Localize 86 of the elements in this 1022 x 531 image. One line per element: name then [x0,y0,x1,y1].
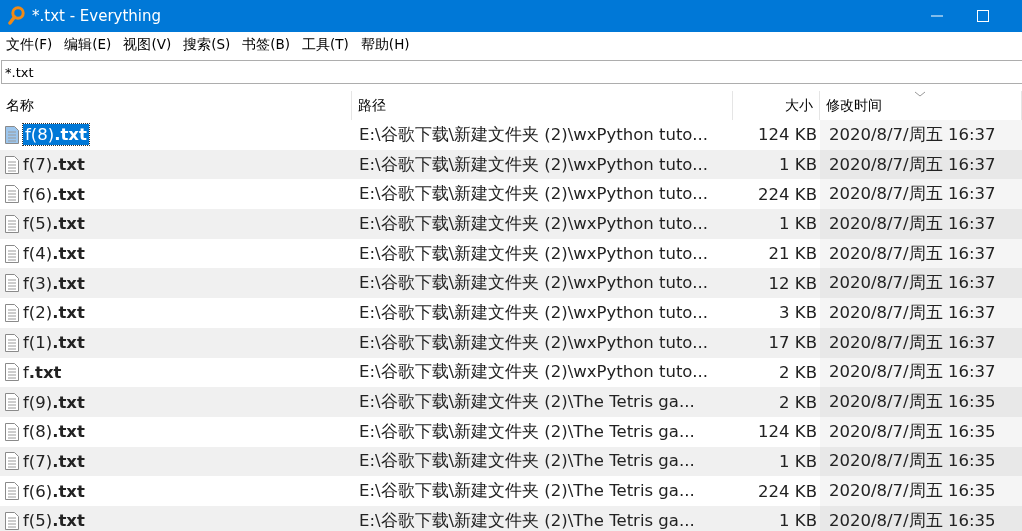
modified-time: 2020/8/7/周五 16:37 [829,361,996,384]
window-title: *.txt - Everything [32,7,163,25]
modified-time: 2020/8/7/周五 16:35 [829,391,996,414]
modified-time: 2020/8/7/周五 16:35 [829,509,996,531]
file-name[interactable]: f(1).txt [23,333,85,353]
text-file-icon [5,214,19,233]
file-path: E:\谷歌下载\新建文件夹 (2)\The Tetris ga... [359,480,695,503]
text-file-icon [5,303,19,322]
text-file-icon [5,125,19,144]
file-path: E:\谷歌下载\新建文件夹 (2)\wxPython tuto... [359,212,708,235]
modified-time: 2020/8/7/周五 16:35 [829,480,996,503]
text-file-icon [5,274,19,293]
menu-item[interactable]: 书签(B) [236,32,297,57]
file-size: 2 KB [779,392,817,412]
column-header[interactable]: 名称 [6,96,34,115]
file-name[interactable]: f(9).txt [23,392,85,412]
file-size: 21 KB [768,244,817,264]
file-name[interactable]: f(6).txt [23,481,85,501]
file-path: E:\谷歌下载\新建文件夹 (2)\wxPython tuto... [359,272,708,295]
file-size: 12 KB [768,273,817,293]
file-name[interactable]: f(7).txt [23,155,85,175]
file-path: E:\谷歌下载\新建文件夹 (2)\wxPython tuto... [359,153,708,176]
modified-time: 2020/8/7/周五 16:37 [829,212,996,235]
file-size: 3 KB [779,303,817,323]
file-name[interactable]: f(5).txt [23,511,85,531]
column-header[interactable]: 大小 [785,96,813,115]
column-header[interactable]: 修改时间 [826,96,882,115]
file-path: E:\谷歌下载\新建文件夹 (2)\The Tetris ga... [359,420,695,443]
text-file-icon [5,155,19,174]
menu-item[interactable]: 编辑(E) [58,32,118,57]
text-file-icon [5,482,19,501]
text-file-icon [5,422,19,441]
text-file-icon [5,452,19,471]
file-path: E:\谷歌下载\新建文件夹 (2)\wxPython tuto... [359,331,708,354]
file-size: 2 KB [779,362,817,382]
modified-time: 2020/8/7/周五 16:37 [829,301,996,324]
search-field[interactable]: *.txt [1,60,1022,84]
modified-time: 2020/8/7/周五 16:37 [829,242,996,265]
maximize-icon [977,10,989,22]
text-file-icon [5,333,19,352]
file-name[interactable]: f(5).txt [23,214,85,234]
file-size: 1 KB [779,155,817,175]
file-size: 1 KB [779,214,817,234]
file-path: E:\谷歌下载\新建文件夹 (2)\The Tetris ga... [359,450,695,473]
file-name[interactable]: f(3).txt [23,273,85,293]
menu-item[interactable]: 视图(V) [117,32,178,57]
menu-item[interactable]: 工具(T) [296,32,355,57]
modified-time: 2020/8/7/周五 16:37 [829,183,996,206]
file-path: E:\谷歌下载\新建文件夹 (2)\wxPython tuto... [359,301,708,324]
menu-item[interactable]: 搜索(S) [177,32,237,57]
file-name[interactable]: f.txt [23,362,62,382]
modified-time: 2020/8/7/周五 16:37 [829,331,996,354]
modified-time: 2020/8/7/周五 16:37 [829,272,996,295]
file-name[interactable]: f(8).txt [23,124,89,146]
file-size: 124 KB [758,422,817,442]
menu-item[interactable]: 文件(F) [0,32,59,57]
modified-time: 2020/8/7/周五 16:35 [829,450,996,473]
modified-time: 2020/8/7/周五 16:35 [829,420,996,443]
file-path: E:\谷歌下载\新建文件夹 (2)\wxPython tuto... [359,183,708,206]
file-size: 1 KB [779,511,817,531]
menu-item[interactable]: 帮助(H) [354,32,416,57]
modified-time: 2020/8/7/周五 16:37 [829,123,996,146]
file-path: E:\谷歌下载\新建文件夹 (2)\The Tetris ga... [359,391,695,414]
file-name[interactable]: f(7).txt [23,451,85,471]
text-file-icon [5,363,19,382]
file-size: 224 KB [758,184,817,204]
file-path: E:\谷歌下载\新建文件夹 (2)\wxPython tuto... [359,361,708,384]
magnifier-icon [8,6,26,26]
modified-time: 2020/8/7/周五 16:37 [829,153,996,176]
column-header[interactable]: 路径 [358,96,386,115]
file-path: E:\谷歌下载\新建文件夹 (2)\The Tetris ga... [359,509,695,531]
text-file-icon [5,185,19,204]
text-file-icon [5,244,19,263]
file-name[interactable]: f(4).txt [23,244,85,264]
text-file-icon [5,511,19,530]
minimize-icon [931,15,943,17]
file-size: 224 KB [758,481,817,501]
file-path: E:\谷歌下载\新建文件夹 (2)\wxPython tuto... [359,242,708,265]
file-name[interactable]: f(6).txt [23,184,85,204]
text-file-icon [5,393,19,412]
file-name[interactable]: f(8).txt [23,422,85,442]
file-size: 17 KB [768,333,817,353]
file-size: 1 KB [779,451,817,471]
file-path: E:\谷歌下载\新建文件夹 (2)\wxPython tuto... [359,123,708,146]
file-size: 124 KB [758,125,817,145]
file-name[interactable]: f(2).txt [23,303,85,323]
